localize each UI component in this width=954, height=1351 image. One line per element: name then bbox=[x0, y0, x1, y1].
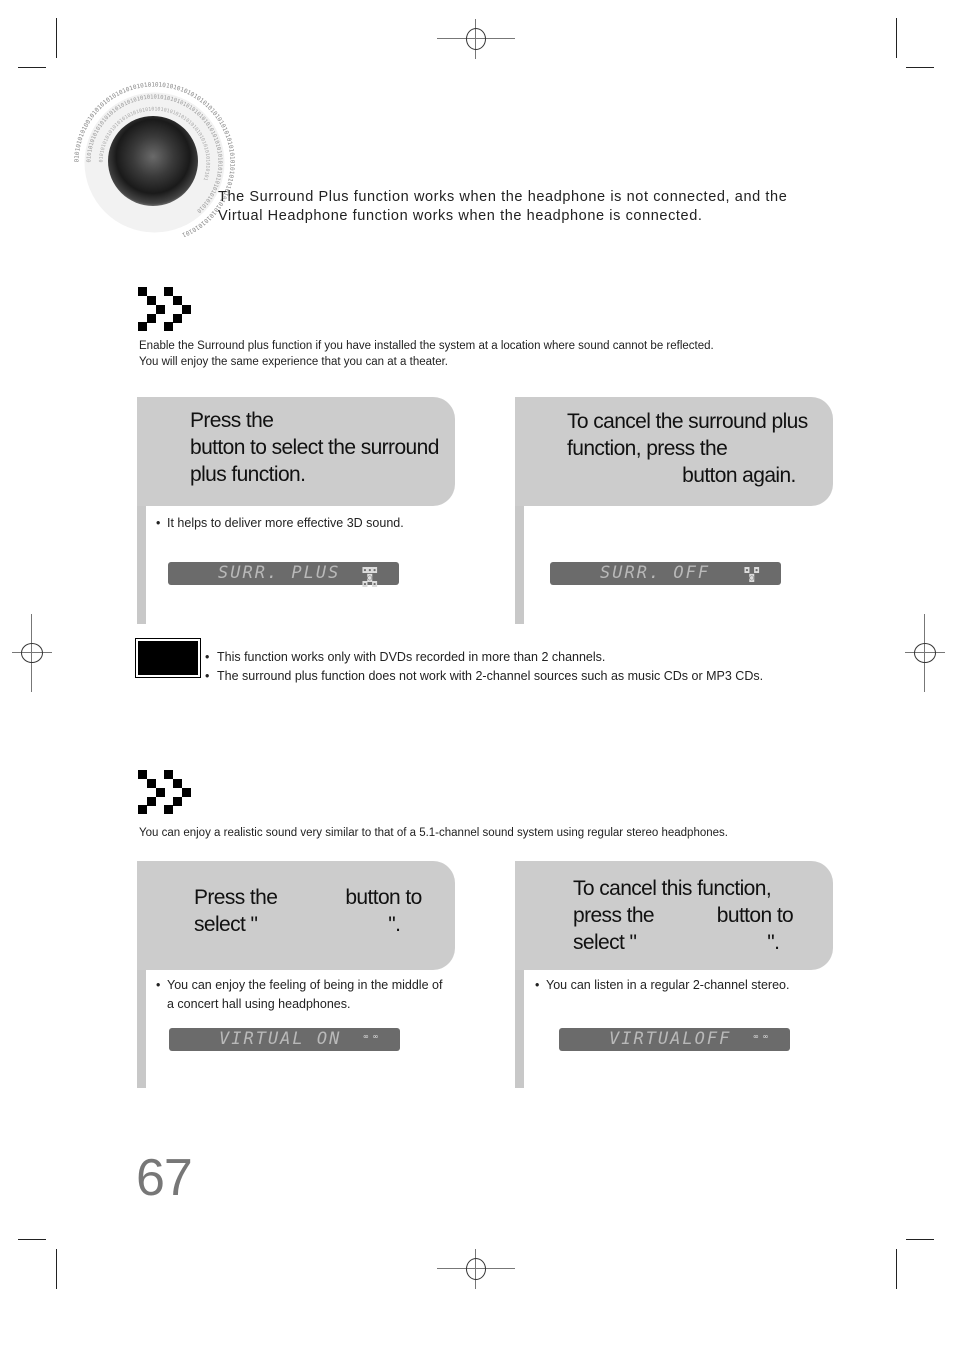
lcd-display: SURR. OFF ◘ ◘ ◙ bbox=[550, 562, 781, 585]
desc-line: You will enjoy the same experience that … bbox=[139, 356, 448, 368]
lcd-text: VIRTUALOFF bbox=[609, 1029, 732, 1049]
desc-line: Enable the Surround plus function if you… bbox=[139, 340, 714, 352]
speaker-channels-icon: ◘◘◘ ◙ ◘ ◘ bbox=[362, 566, 377, 589]
intro-line: The Surround Plus function works when th… bbox=[218, 189, 788, 205]
step-note-text: You can enjoy the feeling of being in th… bbox=[167, 978, 443, 992]
step-instruction: To cancel the surround plus function, pr… bbox=[567, 410, 808, 487]
double-chevron-right-icon bbox=[138, 770, 192, 814]
step-instruction: Press the button to select " ". bbox=[194, 886, 422, 936]
section-description: Enable the Surround plus function if you… bbox=[139, 338, 714, 370]
registration-mark bbox=[12, 614, 52, 692]
lcd-text: SURR. OFF bbox=[600, 563, 711, 583]
registration-mark bbox=[905, 614, 945, 692]
crop-mark bbox=[906, 1239, 934, 1240]
speaker-channels-icon: ◘ ◘ ◙ bbox=[744, 566, 759, 582]
step-note-text: a concert hall using headphones. bbox=[167, 997, 351, 1011]
step-instruction: Press the button to select the surround … bbox=[190, 409, 439, 486]
crop-mark bbox=[18, 1239, 46, 1240]
step-note: • You can enjoy the feeling of being in t… bbox=[156, 978, 443, 1011]
double-chevron-right-icon bbox=[138, 287, 192, 331]
note-list: This function works only with DVDs recor… bbox=[205, 648, 763, 686]
crop-mark bbox=[18, 67, 46, 68]
crop-mark bbox=[906, 67, 934, 68]
headphone-icon: ∞ ∞ bbox=[753, 1032, 768, 1041]
step-note: • You can listen in a regular 2-channel s… bbox=[535, 978, 790, 992]
intro-text: The Surround Plus function works when th… bbox=[218, 188, 787, 226]
step-note-text: It helps to deliver more effective 3D so… bbox=[167, 516, 404, 530]
registration-mark bbox=[437, 19, 515, 59]
lcd-text: VIRTUAL ON bbox=[219, 1029, 342, 1049]
headphone-icon: ∞ ∞ bbox=[363, 1032, 378, 1041]
section-description: You can enjoy a realistic sound very sim… bbox=[139, 825, 728, 841]
step-card-surround-on: Press the button to select the surround … bbox=[137, 397, 455, 624]
note-badge bbox=[138, 641, 198, 675]
speaker-graphic: 0101010101001010101010101010101010101010… bbox=[72, 80, 237, 245]
step-card-surround-off: To cancel the surround plus function, pr… bbox=[515, 397, 833, 624]
crop-mark bbox=[56, 1249, 57, 1289]
crop-mark bbox=[896, 1249, 897, 1289]
note-item: This function works only with DVDs recor… bbox=[205, 648, 763, 667]
lcd-display: VIRTUAL ON ∞ ∞ bbox=[169, 1028, 400, 1051]
step-card-virtual-on: Press the button to select " ". • You can… bbox=[137, 861, 455, 1088]
crop-mark bbox=[896, 18, 897, 58]
registration-mark bbox=[437, 1249, 515, 1289]
step-note: • It helps to deliver more effective 3D s… bbox=[156, 516, 404, 530]
note-item: The surround plus function does not work… bbox=[205, 667, 763, 686]
page-number: 67 bbox=[136, 1149, 193, 1207]
lcd-text: SURR. PLUS bbox=[218, 563, 341, 583]
intro-line: Virtual Headphone function works when th… bbox=[218, 208, 703, 224]
crop-mark bbox=[56, 18, 57, 58]
lcd-display: SURR. PLUS ◘◘◘ ◙ ◘ ◘ bbox=[168, 562, 399, 589]
step-instruction: To cancel this function, press the butto… bbox=[573, 877, 794, 954]
lcd-display: VIRTUALOFF ∞ ∞ bbox=[559, 1028, 790, 1051]
step-card-virtual-off: To cancel this function, press the butto… bbox=[515, 861, 833, 1088]
step-note-text: You can listen in a regular 2-channel st… bbox=[546, 978, 790, 992]
speaker-icon bbox=[108, 116, 198, 206]
desc-line: You can enjoy a realistic sound very sim… bbox=[139, 827, 728, 839]
